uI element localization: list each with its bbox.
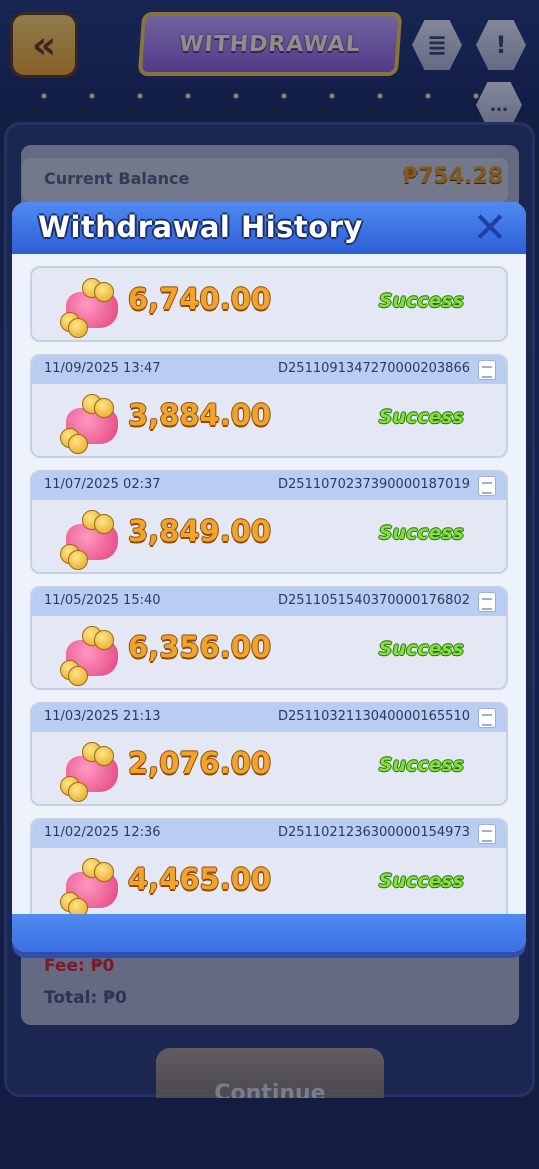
record-header: 11/05/2025 15:40 D2511051540370000176802 — [32, 588, 506, 616]
record-order-id: D2511021236300000154973 — [278, 825, 470, 840]
copy-icon[interactable] — [478, 592, 496, 612]
record-amount: 2,076.00 — [128, 746, 272, 780]
record-order-id: D2511051540370000176802 — [278, 593, 470, 608]
record-amount: 6,356.00 — [128, 630, 272, 664]
coin-purse-icon — [60, 624, 124, 686]
record-body: 3,849.00 Success — [32, 500, 506, 572]
record-date: 11/03/2025 21:13 — [44, 709, 161, 724]
close-icon: ✕ — [472, 203, 508, 252]
record-date: 11/05/2025 15:40 — [44, 593, 161, 608]
record-header: 11/07/2025 02:37 D2511070237390000187019 — [32, 472, 506, 500]
record-order-id: D2511032113040000165510 — [278, 709, 470, 724]
record-amount: 4,465.00 — [128, 862, 272, 896]
record-order-id: D2511091347270000203866 — [278, 361, 470, 376]
coin-purse-icon — [60, 392, 124, 454]
history-record: 6,740.00 Success — [30, 266, 508, 342]
record-amount: 6,740.00 — [128, 282, 272, 316]
record-status: Success — [378, 638, 464, 660]
modal-footer — [12, 914, 526, 952]
record-status: Success — [378, 290, 464, 312]
record-status: Success — [378, 870, 464, 892]
coin-purse-icon — [60, 508, 124, 570]
record-amount: 3,849.00 — [128, 514, 272, 548]
modal-header: Withdrawal History ✕ — [12, 202, 526, 254]
record-body: 6,740.00 Success — [32, 268, 506, 340]
record-header: 11/03/2025 21:13 D2511032113040000165510 — [32, 704, 506, 732]
record-body: 2,076.00 Success — [32, 732, 506, 804]
copy-icon[interactable] — [478, 708, 496, 728]
copy-icon[interactable] — [478, 824, 496, 844]
coin-purse-icon — [60, 740, 124, 802]
record-status: Success — [378, 522, 464, 544]
record-body: 6,356.00 Success — [32, 616, 506, 688]
record-body: 4,465.00 Success — [32, 848, 506, 914]
record-header: 11/02/2025 12:36 D2511021236300000154973 — [32, 820, 506, 848]
record-amount: 3,884.00 — [128, 398, 272, 432]
close-button[interactable]: ✕ — [470, 206, 510, 250]
history-record: 11/03/2025 21:13 D2511032113040000165510 2… — [30, 702, 508, 806]
record-date: 11/09/2025 13:47 — [44, 361, 161, 376]
record-body: 3,884.00 Success — [32, 384, 506, 456]
record-header: 11/09/2025 13:47 D2511091347270000203866 — [32, 356, 506, 384]
record-date: 11/07/2025 02:37 — [44, 477, 161, 492]
history-record: 11/02/2025 12:36 D2511021236300000154973 4… — [30, 818, 508, 914]
copy-icon[interactable] — [478, 360, 496, 380]
modal-title: Withdrawal History — [38, 210, 363, 244]
coin-purse-icon — [60, 276, 124, 338]
history-record: 11/07/2025 02:37 D2511070237390000187019 3… — [30, 470, 508, 574]
record-status: Success — [378, 754, 464, 776]
record-date: 11/02/2025 12:36 — [44, 825, 161, 840]
coin-purse-icon — [60, 856, 124, 914]
history-record: 11/09/2025 13:47 D2511091347270000203866 3… — [30, 354, 508, 458]
history-record: 11/05/2025 15:40 D2511051540370000176802 6… — [30, 586, 508, 690]
record-order-id: D2511070237390000187019 — [278, 477, 470, 492]
withdrawal-history-modal: Withdrawal History ✕ 6,740.00 Success 11/0… — [12, 202, 526, 952]
history-list[interactable]: 6,740.00 Success 11/09/2025 13:47 D25110913… — [12, 254, 526, 914]
copy-icon[interactable] — [478, 476, 496, 496]
record-status: Success — [378, 406, 464, 428]
